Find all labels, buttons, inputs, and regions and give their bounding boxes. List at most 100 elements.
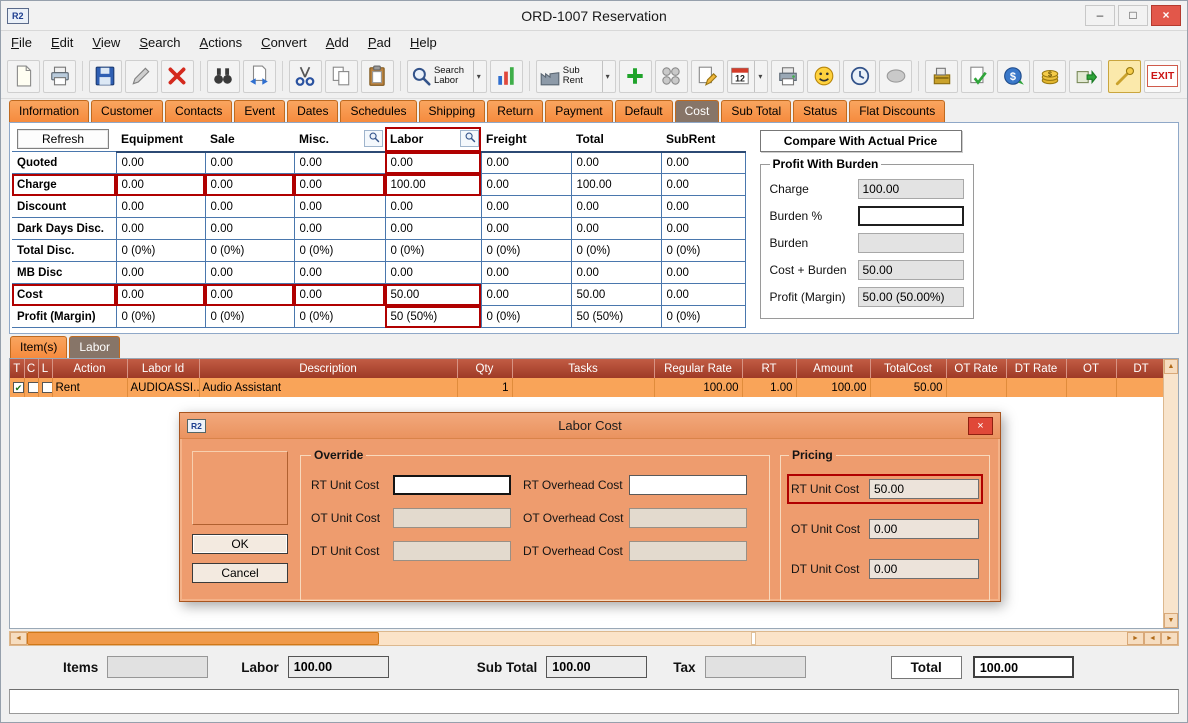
cell-total-disc-misc[interactable]: 0 (0%) <box>294 240 385 262</box>
cell-profit-margin-labor[interactable]: 50 (50%) <box>385 306 481 328</box>
tab-event[interactable]: Event <box>234 100 285 122</box>
menu-actions[interactable]: Actions <box>200 35 243 50</box>
search-misc-button[interactable] <box>364 130 383 147</box>
menu-pad[interactable]: Pad <box>368 35 391 50</box>
scroll-down-button[interactable]: ▼ <box>1164 613 1178 628</box>
override-rt-unit-cost-input[interactable] <box>393 475 511 495</box>
labor-column-totalcost[interactable]: TotalCost <box>870 359 946 378</box>
labor-cell-ot[interactable] <box>1066 378 1116 397</box>
scroll-right-button[interactable]: ► <box>1127 632 1144 645</box>
pane-scroll-left-button[interactable]: ◄ <box>1144 632 1161 645</box>
cell-dark-days-disc-subrent[interactable]: 0.00 <box>661 218 745 240</box>
tab-cost[interactable]: Cost <box>675 100 720 122</box>
cell-dark-days-disc-misc[interactable]: 0.00 <box>294 218 385 240</box>
cell-total-disc-sale[interactable]: 0 (0%) <box>205 240 294 262</box>
paste-icon[interactable] <box>361 60 394 93</box>
cell-charge-subrent[interactable]: 0.00 <box>661 174 745 196</box>
title-bar[interactable]: R2 ORD-1007 Reservation – □ × <box>1 1 1187 31</box>
unchecked-checkbox[interactable] <box>42 382 53 393</box>
cell-mb-disc-freight[interactable]: 0.00 <box>481 262 571 284</box>
cell-mb-disc-subrent[interactable]: 0.00 <box>661 262 745 284</box>
tab-information[interactable]: Information <box>9 100 89 122</box>
search-labor-button[interactable]: Search Labor▾ <box>407 60 487 93</box>
history-icon[interactable] <box>843 60 876 93</box>
horizontal-scrollbar[interactable]: ◄ ► ◄ ► <box>9 631 1179 646</box>
cut-icon[interactable] <box>289 60 322 93</box>
labor-cell-totalcost[interactable]: 50.00 <box>870 378 946 397</box>
labor-cell-amount[interactable]: 100.00 <box>796 378 870 397</box>
scroll-up-button[interactable]: ▲ <box>1164 359 1178 374</box>
cell-dark-days-disc-sale[interactable]: 0.00 <box>205 218 294 240</box>
cell-profit-margin-misc[interactable]: 0 (0%) <box>294 306 385 328</box>
cell-discount-total[interactable]: 0.00 <box>571 196 661 218</box>
smiley-icon[interactable] <box>807 60 840 93</box>
labor-column-action[interactable]: Action <box>52 359 127 378</box>
tab-contacts[interactable]: Contacts <box>165 100 232 122</box>
labor-check-cell-c[interactable] <box>24 378 38 397</box>
chart-icon[interactable] <box>490 60 523 93</box>
edit-note-icon[interactable] <box>691 60 724 93</box>
cell-mb-disc-misc[interactable]: 0.00 <box>294 262 385 284</box>
cell-dark-days-disc-labor[interactable]: 0.00 <box>385 218 481 240</box>
detail-tab-item-s[interactable]: Item(s) <box>10 336 67 358</box>
cell-profit-margin-equipment[interactable]: 0 (0%) <box>116 306 205 328</box>
scrollbar-thumb[interactable] <box>27 632 379 645</box>
cell-quoted-equipment[interactable]: 0.00 <box>116 152 205 174</box>
cell-discount-misc[interactable]: 0.00 <box>294 196 385 218</box>
search-labor-button[interactable] <box>460 130 479 147</box>
labor-cell-labor-id[interactable]: AUDIOASSI... <box>127 378 199 397</box>
labor-column-rt[interactable]: RT <box>742 359 796 378</box>
labor-column-ot[interactable]: OT <box>1066 359 1116 378</box>
labor-column-regular-rate[interactable]: Regular Rate <box>654 359 742 378</box>
cell-cost-freight[interactable]: 0.00 <box>481 284 571 306</box>
cell-cost-total[interactable]: 50.00 <box>571 284 661 306</box>
tab-schedules[interactable]: Schedules <box>340 100 416 122</box>
transfer-icon[interactable] <box>243 60 276 93</box>
pane-scroll-right-button[interactable]: ► <box>1161 632 1178 645</box>
override-rt-overhead-cost-input[interactable] <box>629 475 747 495</box>
verify-note-icon[interactable] <box>961 60 994 93</box>
cell-mb-disc-labor[interactable]: 0.00 <box>385 262 481 284</box>
labor-cell-dt-rate[interactable] <box>1006 378 1066 397</box>
cell-profit-margin-subrent[interactable]: 0 (0%) <box>661 306 745 328</box>
pricing-dt-unit-cost-input[interactable]: 0.00 <box>869 559 979 579</box>
labor-column-ot-rate[interactable]: OT Rate <box>946 359 1006 378</box>
labor-column-dt-rate[interactable]: DT Rate <box>1006 359 1066 378</box>
edit-pencil-icon[interactable] <box>125 60 158 93</box>
labor-column-dt[interactable]: DT <box>1116 359 1166 378</box>
labor-cell-action[interactable]: Rent <box>52 378 127 397</box>
binoculars-icon[interactable] <box>207 60 240 93</box>
dropdown-arrow-icon[interactable]: ▾ <box>473 61 484 92</box>
cell-charge-total[interactable]: 100.00 <box>571 174 661 196</box>
menu-edit[interactable]: Edit <box>51 35 73 50</box>
cell-discount-equipment[interactable]: 0.00 <box>116 196 205 218</box>
labor-cell-ot-rate[interactable] <box>946 378 1006 397</box>
labor-check-cell-l[interactable] <box>38 378 52 397</box>
cell-cost-labor[interactable]: 50.00 <box>385 284 481 306</box>
cell-profit-margin-sale[interactable]: 0 (0%) <box>205 306 294 328</box>
scrollbar-track[interactable] <box>379 632 751 645</box>
close-button[interactable]: × <box>1151 5 1181 26</box>
labor-column-tasks[interactable]: Tasks <box>512 359 654 378</box>
cell-quoted-freight[interactable]: 0.00 <box>481 152 571 174</box>
tab-default[interactable]: Default <box>615 100 673 122</box>
labor-column-qty[interactable]: Qty <box>457 359 512 378</box>
cell-quoted-total[interactable]: 0.00 <box>571 152 661 174</box>
pricing-ot-unit-cost-input[interactable]: 0.00 <box>869 519 979 539</box>
dialog-close-button[interactable]: × <box>968 417 993 435</box>
menu-help[interactable]: Help <box>410 35 437 50</box>
sub-rent-button[interactable]: Sub Rent▾ <box>536 60 616 93</box>
cell-profit-margin-freight[interactable]: 0 (0%) <box>481 306 571 328</box>
tab-return[interactable]: Return <box>487 100 543 122</box>
cell-discount-freight[interactable]: 0.00 <box>481 196 571 218</box>
cell-total-disc-freight[interactable]: 0 (0%) <box>481 240 571 262</box>
labor-cell-regular-rate[interactable]: 100.00 <box>654 378 742 397</box>
disabled-icon[interactable] <box>879 60 912 93</box>
scrollbar-track-2[interactable] <box>756 632 1128 645</box>
cell-cost-misc[interactable]: 0.00 <box>294 284 385 306</box>
minimize-button[interactable]: – <box>1085 5 1115 26</box>
menu-file[interactable]: File <box>11 35 32 50</box>
cash-register-icon[interactable] <box>925 60 958 93</box>
add-icon[interactable] <box>619 60 652 93</box>
print-setup-icon[interactable] <box>771 60 804 93</box>
